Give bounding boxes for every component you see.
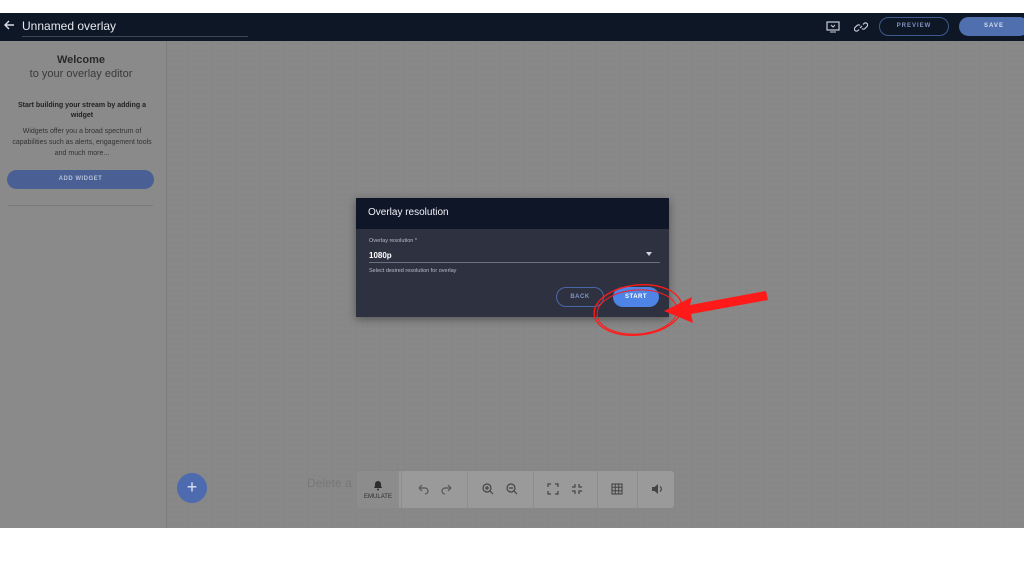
toolbar-divider: [637, 471, 638, 508]
resolution-selected-value: 1080p: [369, 251, 392, 260]
welcome-subtitle: to your overlay editor: [29, 68, 133, 80]
exit-fullscreen-icon[interactable]: [570, 482, 584, 496]
sidebar: Welcome to your overlay editor Start bui…: [0, 41, 167, 528]
sidebar-divider: [8, 205, 153, 206]
resolution-helper-text: Select desired resolution for overlay: [369, 268, 457, 274]
preview-button[interactable]: PREVIEW: [879, 17, 949, 36]
zoom-out-icon[interactable]: [505, 482, 519, 496]
link-icon[interactable]: [853, 20, 869, 34]
save-button[interactable]: SAVE: [959, 17, 1024, 36]
volume-icon[interactable]: [650, 482, 664, 496]
start-button[interactable]: START: [613, 287, 659, 307]
toolbar-divider: [597, 471, 598, 508]
start-building-heading: Start building your stream by adding a w…: [18, 102, 146, 119]
add-fab-button[interactable]: +: [177, 473, 207, 503]
resolution-select[interactable]: [369, 246, 660, 263]
back-arrow-icon[interactable]: [3, 19, 17, 33]
grid-icon[interactable]: [610, 482, 624, 496]
plus-icon: +: [186, 477, 198, 497]
chevron-down-icon[interactable]: [646, 252, 652, 256]
add-widget-button[interactable]: ADD WIDGET: [7, 170, 154, 189]
overlay-title-input[interactable]: Unnamed overlay: [22, 18, 248, 37]
dialog-header: Overlay resolution: [356, 198, 669, 229]
toolbar-divider: [401, 471, 402, 508]
undo-icon[interactable]: [416, 482, 430, 496]
dialog-title: Overlay resolution: [368, 207, 449, 218]
widgets-description: Widgets offer you a broad spectrum of ca…: [12, 128, 152, 157]
toolbar-divider: [467, 471, 468, 508]
zoom-in-icon[interactable]: [481, 482, 495, 496]
redo-icon[interactable]: [440, 482, 454, 496]
top-bar: Unnamed overlay PREVIEW SAVE: [0, 13, 1024, 41]
resolution-field-label: Overlay resolution *: [369, 238, 417, 244]
select-underline: [369, 262, 660, 263]
toolbar-divider: [533, 471, 534, 508]
emulate-label: EMULATE: [364, 494, 392, 500]
emulate-button[interactable]: EMULATE: [357, 471, 399, 508]
overlay-title-text: Unnamed overlay: [22, 19, 117, 33]
canvas-ghost-text: Delete a: [307, 476, 352, 490]
fullscreen-icon[interactable]: [546, 482, 560, 496]
overlay-resolution-dialog: Overlay resolution Overlay resolution * …: [356, 198, 669, 317]
welcome-title: Welcome: [56, 54, 106, 66]
emulate-screen-icon[interactable]: [826, 20, 840, 34]
back-button[interactable]: BACK: [556, 287, 604, 307]
bottom-toolbar: EMULATE: [357, 471, 674, 508]
